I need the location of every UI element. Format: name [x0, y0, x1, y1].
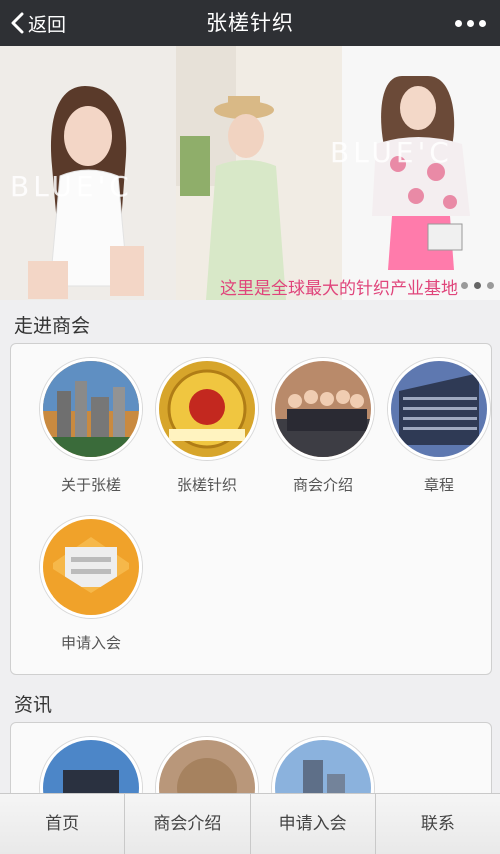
bottom-tab-bar: 首页 商会介绍 申请入会 联系 — [0, 793, 500, 854]
envelope-icon — [40, 516, 142, 618]
banner-photo-2 — [176, 46, 342, 300]
tab-apply[interactable]: 申请入会 — [251, 794, 376, 854]
grid-item-label: 商会介绍 — [292, 476, 353, 494]
grid-item-label: 章程 — [423, 476, 454, 494]
banner-photo-3 — [342, 46, 500, 300]
group-photo — [272, 358, 374, 460]
more-dot-icon — [479, 19, 486, 27]
watermark: BLUE'C — [330, 136, 453, 169]
grid-item-about[interactable]: 关于张槎 — [33, 358, 149, 495]
page-title: 张槎针织 — [206, 11, 294, 35]
grid-item-label: 关于张槎 — [60, 476, 121, 494]
section-title: 走进商会 — [14, 315, 91, 337]
banner-caption: 这里是全球最大的针织产业基地 — [220, 279, 458, 299]
tab-contact[interactable]: 联系 — [376, 794, 500, 854]
city-skyline-photo — [40, 358, 142, 460]
more-dot-icon — [455, 19, 462, 27]
top-bar: 返回 张槎针织 — [0, 0, 500, 46]
building-photo — [388, 358, 490, 460]
banner-carousel[interactable]: BLUE'C BLUE'C 这里是全球最大的针织产业基地 — [0, 46, 500, 300]
watermark: BLUE'C — [10, 170, 133, 203]
more-menu-button[interactable] — [455, 0, 486, 46]
carousel-dot[interactable] — [487, 282, 494, 289]
carousel-indicator[interactable] — [461, 282, 494, 289]
more-dot-icon — [467, 19, 474, 27]
grid-item-label: 张槎针织 — [176, 476, 237, 494]
grid-item-charter[interactable]: 章程 — [381, 358, 497, 495]
tab-home[interactable]: 首页 — [0, 794, 126, 854]
grid-item-knitting[interactable]: 张槎针织 — [149, 358, 265, 495]
tab-chamber-intro[interactable]: 商会介绍 — [125, 794, 251, 854]
knitting-badge-photo — [156, 358, 258, 460]
carousel-dot[interactable] — [474, 282, 481, 289]
grid-item-apply[interactable]: 申请入会 — [33, 516, 149, 653]
grid-item-label: 申请入会 — [60, 634, 121, 652]
section-title: 资讯 — [14, 694, 53, 716]
carousel-dot[interactable] — [461, 282, 468, 289]
feature-grid: 关于张槎 张槎针织 商会介绍 章程 申请入会 — [10, 343, 492, 675]
grid-item-chamber-intro[interactable]: 商会介绍 — [265, 358, 381, 495]
